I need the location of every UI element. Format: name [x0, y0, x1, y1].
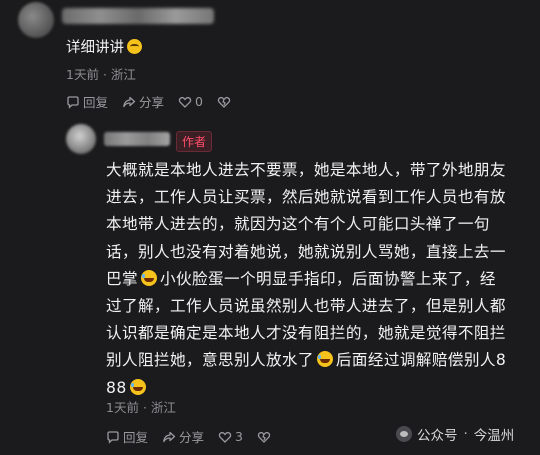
- reply-line-text: 本地带人进去的，就因为这个有个人可能口头禅了一句: [106, 215, 490, 234]
- dislike-button[interactable]: [257, 430, 274, 444]
- like-count: 3: [235, 429, 243, 444]
- reply-line: 别人阻拦她，意思别人放水了 后面经过调解赔偿别人8: [106, 347, 534, 374]
- reply-line-text: 过了解，工作人员说虽然别人也带人进去了，但是别人都: [106, 296, 506, 315]
- share-icon: [123, 96, 136, 107]
- reply-line: 本地带人进去的，就因为这个有个人可能口头禅了一句: [106, 211, 534, 238]
- share-label: 分享: [179, 430, 205, 445]
- heart-icon: [218, 431, 232, 443]
- broken-heart-icon: [217, 96, 231, 108]
- comment-actions: 回复 分享 0: [66, 92, 248, 111]
- avatar[interactable]: [18, 2, 54, 38]
- author-reply-text: 大概就是本地人进去不要票，她是本地人，带了外地朋友 进去，工作人员让买票，然后她…: [106, 157, 534, 402]
- reply-line: 过了解，工作人员说虽然别人也带人进去了，但是别人都: [106, 293, 534, 320]
- author-badge: 作者: [176, 131, 213, 152]
- like-button[interactable]: 3: [218, 429, 243, 444]
- watermark: 公众号 · 今温州: [396, 424, 514, 444]
- watermark-account-type: 公众号: [417, 428, 458, 444]
- reply-actions: 回复 分享 3: [106, 427, 288, 446]
- broken-heart-icon: [257, 431, 271, 443]
- reply-line-text: 认识都是确定是本地人才没有阻拦的，她就是觉得不阻拦: [106, 324, 506, 343]
- comment-time: 1天前: [66, 67, 99, 82]
- watermark-separator: ·: [463, 426, 468, 442]
- heart-icon: [178, 96, 192, 108]
- username-blurred[interactable]: [62, 8, 214, 24]
- like-count: 0: [195, 94, 203, 109]
- laughing-tears-icon: [129, 378, 146, 395]
- reply-line-text: 别人阻拦她，意思别人放水了: [106, 351, 314, 370]
- reply-time: 1天前: [106, 400, 139, 415]
- wechat-official-account-icon: [396, 426, 412, 442]
- reply-line: 进去，工作人员让买票，然后她就说看到工作人员也有放: [106, 184, 534, 211]
- reply-line-text: 小伙脸蛋一个明显手指印，后面协警上来了，经: [160, 269, 496, 288]
- comment-text-body: 详细讲讲: [66, 40, 124, 56]
- laughing-tears-icon: [141, 269, 157, 286]
- laughing-tears-icon: [316, 351, 333, 368]
- author-avatar[interactable]: [66, 124, 96, 154]
- reply-line-text: 话，别人也没有对着她说，她就说别人骂她，直接上去一: [106, 242, 506, 261]
- reply-icon: [67, 95, 79, 109]
- share-icon: [163, 431, 176, 442]
- reply-button[interactable]: 回复: [66, 92, 108, 111]
- comment-location: 浙江: [110, 67, 136, 82]
- share-label: 分享: [139, 95, 165, 110]
- reply-line: 话，别人也没有对着她说，她就说别人骂她，直接上去一: [106, 239, 534, 266]
- grin-face-icon: [127, 39, 142, 54]
- reply-line: 认识都是确定是本地人才没有阻拦的，她就是觉得不阻拦: [106, 320, 534, 347]
- reply-line-text: 后面经过调解赔偿别人8: [335, 351, 507, 370]
- reply-line-text: 巴掌: [106, 269, 138, 288]
- reply-meta: 1天前 · 浙江: [106, 400, 176, 415]
- reply-line: 巴掌 小伙脸蛋一个明显手指印，后面协警上来了，经: [106, 266, 534, 293]
- reply-line-text: 进去，工作人员让买票，然后她就说看到工作人员也有放: [106, 188, 506, 207]
- watermark-name: 今温州: [473, 428, 515, 444]
- comment-meta: 1天前 · 浙江: [66, 67, 136, 82]
- reply-line: 大概就是本地人进去不要票，她是本地人，带了外地朋友: [106, 157, 534, 184]
- comment-text: 详细讲讲: [66, 36, 142, 57]
- reply-label: 回复: [83, 95, 109, 110]
- author-username-blurred[interactable]: [104, 132, 170, 146]
- like-button[interactable]: 0: [178, 94, 203, 109]
- dislike-button[interactable]: [217, 95, 234, 109]
- reply-icon: [107, 430, 119, 444]
- reply-location: 浙江: [150, 400, 176, 415]
- reply-button[interactable]: 回复: [106, 427, 148, 446]
- reply-line-text: 大概就是本地人进去不要票，她是本地人，带了外地朋友: [106, 161, 506, 179]
- share-button[interactable]: 分享: [162, 427, 204, 446]
- reply-label: 回复: [123, 430, 149, 445]
- share-button[interactable]: 分享: [122, 92, 164, 111]
- reply-line-text: 88: [106, 378, 127, 397]
